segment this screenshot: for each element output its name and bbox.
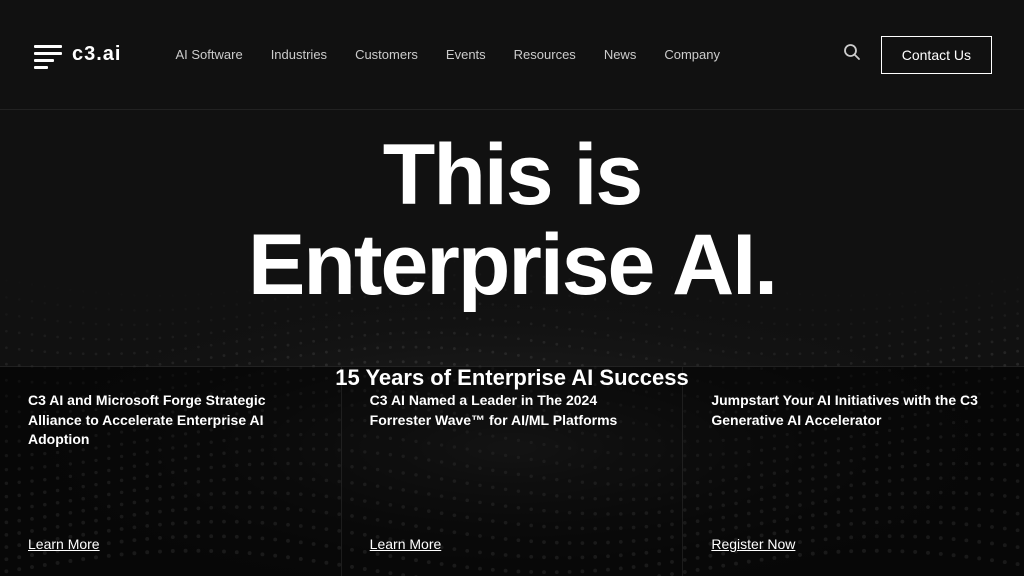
nav-item-customers[interactable]: Customers	[341, 39, 432, 70]
logo-text: c3.ai	[72, 43, 121, 66]
cards-row: C3 AI and Microsoft Forge Strategic Alli…	[0, 366, 1024, 576]
search-icon[interactable]	[839, 39, 865, 70]
card-1: C3 AI and Microsoft Forge Strategic Alli…	[0, 366, 342, 576]
site-header: c3.ai AI Software Industries Customers E…	[0, 0, 1024, 110]
hero-text: This is Enterprise AI.	[0, 130, 1024, 311]
hero-line2: Enterprise AI.	[0, 220, 1024, 310]
card-1-link[interactable]: Learn More	[28, 536, 313, 552]
nav-item-events[interactable]: Events	[432, 39, 500, 70]
nav-actions: Contact Us	[839, 36, 992, 74]
nav-item-company[interactable]: Company	[650, 39, 734, 70]
card-2-title: C3 AI Named a Leader in The 2024 Forrest…	[370, 391, 655, 430]
main-nav: AI Software Industries Customers Events …	[161, 39, 838, 70]
contact-us-button[interactable]: Contact Us	[881, 36, 992, 74]
nav-item-industries[interactable]: Industries	[257, 39, 341, 70]
card-2-link[interactable]: Learn More	[370, 536, 655, 552]
card-1-title: C3 AI and Microsoft Forge Strategic Alli…	[28, 391, 313, 450]
card-3: Jumpstart Your AI Initiatives with the C…	[683, 366, 1024, 576]
card-2: C3 AI Named a Leader in The 2024 Forrest…	[342, 366, 684, 576]
logo-icon	[32, 39, 64, 71]
card-3-title: Jumpstart Your AI Initiatives with the C…	[711, 391, 996, 430]
hero-subtitle: 15 Years of Enterprise AI Success	[0, 365, 1024, 391]
nav-item-news[interactable]: News	[590, 39, 651, 70]
nav-item-ai-software[interactable]: AI Software	[161, 39, 256, 70]
hero-section: c3.ai AI Software Industries Customers E…	[0, 0, 1024, 576]
nav-item-resources[interactable]: Resources	[500, 39, 590, 70]
logo[interactable]: c3.ai	[32, 39, 121, 71]
hero-title: This is Enterprise AI.	[0, 130, 1024, 311]
hero-line1: This is	[0, 130, 1024, 220]
card-3-link[interactable]: Register Now	[711, 536, 996, 552]
